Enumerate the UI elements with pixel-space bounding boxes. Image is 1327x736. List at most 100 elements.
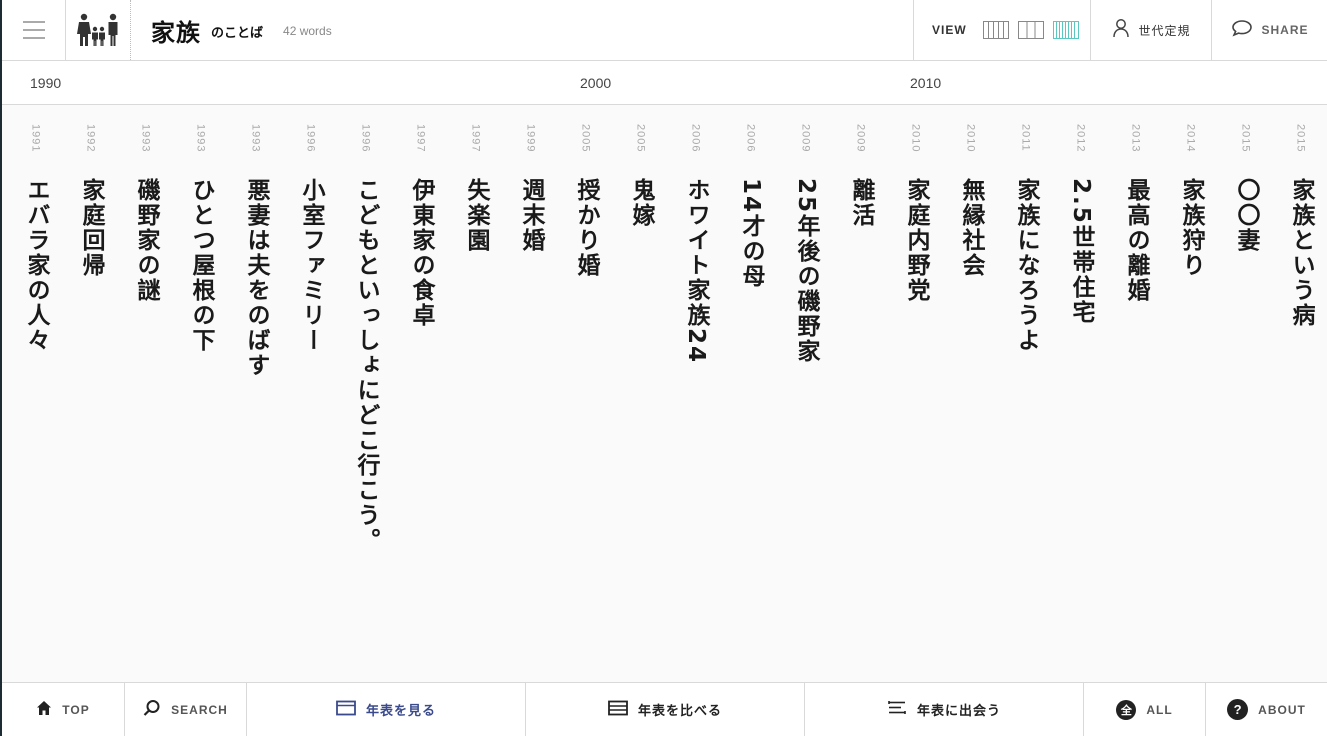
entry-word: 磯野家の謎 (133, 178, 159, 303)
entry-year: 1993 (249, 124, 262, 153)
word-timeline: 1991 エバラ家の人々 1992 家庭回帰 1993 磯野家の謎 1993 ひとつ屋根の下 1… (2, 106, 1327, 682)
timeline-entry[interactable]: 2009 離活 (833, 106, 888, 682)
entry-word: 小室ファミリー (298, 178, 324, 353)
compare-timeline-label: 年表を比べる (637, 704, 722, 719)
single-panel-icon (336, 700, 356, 720)
entry-year: 2010 (964, 124, 977, 153)
timeline-entry[interactable]: 1996 小室ファミリー (283, 106, 338, 682)
entry-year: 1996 (304, 124, 317, 153)
shuffle-list-icon (887, 700, 907, 720)
top-button[interactable]: TOP (2, 683, 125, 736)
decade-ruler: 1990 2000 2010 (2, 61, 1327, 105)
page-title: 家族 のことば 42 words (151, 0, 332, 60)
entry-word: 〇〇妻 (1233, 178, 1259, 253)
meet-timeline-button[interactable]: 年表に出会う (805, 683, 1084, 736)
compare-timeline-button[interactable]: 年表を比べる (526, 683, 805, 736)
view-three-columns-icon[interactable] (1017, 21, 1044, 39)
share-button[interactable]: SHARE (1213, 0, 1327, 60)
top-label: TOP (62, 702, 90, 717)
entry-year: 2011 (1019, 124, 1032, 152)
entry-year: 2010 (909, 124, 922, 153)
about-label: ABOUT (1258, 702, 1306, 717)
entry-word: こどもといっしょにどこ行こう。 (353, 178, 379, 553)
header-bar: 家族 のことば 42 words VIEW 世代定規 SHARE (2, 0, 1327, 61)
timeline-entry[interactable]: 2005 鬼嫁 (613, 106, 668, 682)
view-fine-columns-icon[interactable] (1052, 21, 1079, 39)
entry-word: 25年後の磯野家 (793, 178, 819, 365)
about-button[interactable]: ? ABOUT (1206, 683, 1327, 736)
timeline-entry[interactable]: 2009 25年後の磯野家 (778, 106, 833, 682)
entry-year: 1992 (84, 124, 97, 153)
entry-word: エバラ家の人々 (23, 178, 49, 353)
menu-line (22, 37, 45, 39)
menu-line (22, 21, 45, 23)
all-label: ALL (1146, 702, 1173, 717)
timeline-entry[interactable]: 1992 家庭回帰 (63, 106, 118, 682)
timeline-entry[interactable]: 2006 14才の母 (723, 106, 778, 682)
timeline-entry[interactable]: 1996 こどもといっしょにどこ行こう。 (338, 106, 393, 682)
entry-word: 伊東家の食卓 (408, 178, 434, 328)
entry-word: 家庭内野党 (903, 178, 929, 303)
timeline-entry[interactable]: 2011 家族になろうよ (998, 106, 1053, 682)
timeline-entry[interactable]: 2015 〇〇妻 (1218, 106, 1273, 682)
timeline-entry[interactable]: 1991 エバラ家の人々 (8, 106, 63, 682)
share-label: SHARE (1261, 23, 1309, 37)
word-count: 42 words (283, 24, 332, 38)
timeline-entry[interactable]: 2006 ホワイト家族24 (668, 106, 723, 682)
stacked-rows-icon (608, 700, 628, 720)
home-icon (36, 700, 52, 720)
hamburger-menu-button[interactable] (2, 0, 66, 60)
search-label: SEARCH (171, 702, 228, 717)
entry-word: 週末婚 (518, 178, 544, 253)
entry-word: 家族狩り (1178, 178, 1204, 278)
search-button[interactable]: SEARCH (125, 683, 247, 736)
entry-word: 家庭回帰 (78, 178, 104, 278)
entry-year: 2015 (1294, 124, 1307, 153)
entry-year: 2012 (1074, 124, 1087, 153)
view-switcher: VIEW (913, 0, 1091, 60)
timeline-entry[interactable]: 2014 家族狩り (1163, 106, 1218, 682)
all-badge-icon: 全 (1116, 699, 1137, 720)
timeline-entry[interactable]: 1997 伊東家の食卓 (393, 106, 448, 682)
timeline-entry[interactable]: 2013 最高の離婚 (1108, 106, 1163, 682)
timeline-entry[interactable]: 2012 2.5世帯住宅 (1053, 106, 1108, 682)
timeline-entry[interactable]: 1997 失楽園 (448, 106, 503, 682)
timeline-entry[interactable]: 2010 家庭内野党 (888, 106, 943, 682)
view-dense-columns-icon[interactable] (982, 21, 1009, 39)
entry-word: 鬼嫁 (628, 178, 654, 228)
entry-year: 2014 (1184, 124, 1197, 153)
timeline-entry[interactable]: 2005 授かり婚 (558, 106, 613, 682)
generation-ruler-button[interactable]: 世代定規 (1092, 0, 1212, 60)
footer-nav: TOP SEARCH 年表を見る 年表を比べる 年表に出会う 全 ALL ? A… (2, 682, 1327, 736)
timeline-entry[interactable]: 1993 悪妻は夫をのばす (228, 106, 283, 682)
entry-word: ひとつ屋根の下 (188, 178, 214, 353)
generation-ruler-label: 世代定規 (1138, 23, 1191, 38)
search-icon (143, 699, 161, 721)
timeline-entry[interactable]: 2015 家族という病 (1273, 106, 1327, 682)
entry-year: 1999 (524, 124, 537, 153)
entry-year: 1991 (29, 124, 42, 153)
entry-year: 1996 (359, 124, 372, 153)
entry-year: 2006 (689, 124, 702, 153)
timeline-entry[interactable]: 1993 ひとつ屋根の下 (173, 106, 228, 682)
timeline-entry[interactable]: 2010 無縁社会 (943, 106, 998, 682)
decade-label-2010: 2010 (910, 75, 942, 91)
entry-year: 2005 (634, 124, 647, 153)
entry-word: 14才の母 (738, 178, 764, 290)
entry-year: 2013 (1129, 124, 1142, 153)
all-button[interactable]: 全 ALL (1084, 683, 1206, 736)
entry-year: 2009 (854, 124, 867, 153)
decade-label-2000: 2000 (580, 75, 612, 91)
entry-year: 2005 (579, 124, 592, 153)
entry-word: 無縁社会 (958, 178, 984, 278)
entry-year: 1993 (194, 124, 207, 153)
question-mark-icon: ? (1227, 699, 1249, 720)
timeline-entry[interactable]: 1999 週末婚 (503, 106, 558, 682)
decade-label-1990: 1990 (30, 75, 62, 91)
view-timeline-button[interactable]: 年表を見る (247, 683, 526, 736)
family-logo-icon (67, 0, 131, 60)
entry-word: 2.5世帯住宅 (1068, 178, 1094, 325)
entry-year: 1993 (139, 124, 152, 153)
speech-bubble-icon (1231, 19, 1253, 41)
timeline-entry[interactable]: 1993 磯野家の謎 (118, 106, 173, 682)
